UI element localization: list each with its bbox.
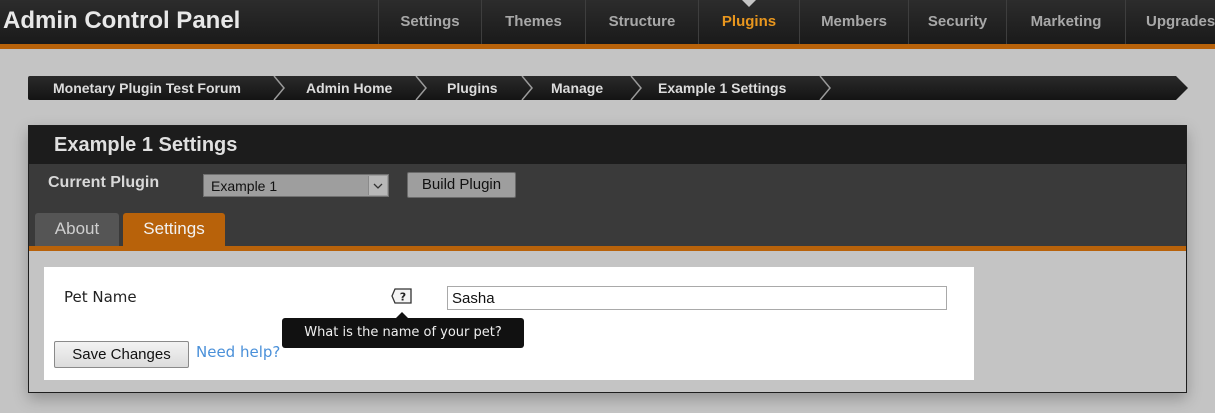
current-plugin-label: Current Plugin: [48, 174, 160, 191]
save-changes-button[interactable]: Save Changes: [54, 341, 189, 368]
breadcrumb-separator-icon: [629, 76, 643, 100]
nav-item-themes[interactable]: Themes: [481, 0, 585, 44]
main-nav: Settings Themes Structure Plugins Member…: [378, 0, 1215, 44]
svg-text:?: ?: [400, 291, 406, 304]
top-bar-accent-stripe: [0, 44, 1215, 49]
settings-form: Pet Name ? Sasha What is the name of you…: [44, 267, 974, 380]
nav-item-marketing[interactable]: Marketing: [1006, 0, 1125, 44]
nav-item-plugins[interactable]: Plugins: [698, 0, 799, 44]
pet-name-label: Pet Name: [64, 288, 137, 306]
panel-header: Example 1 Settings: [29, 126, 1186, 164]
breadcrumb-separator-icon: [272, 76, 286, 100]
build-plugin-button[interactable]: Build Plugin: [407, 172, 516, 198]
breadcrumb-item-current: Example 1 Settings: [658, 80, 787, 96]
breadcrumb-item-manage[interactable]: Manage: [534, 76, 629, 100]
current-plugin-select[interactable]: Example 1: [203, 174, 389, 197]
nav-item-settings[interactable]: Settings: [378, 0, 481, 44]
help-question-icon[interactable]: ?: [391, 287, 413, 305]
top-bar: Admin Control Panel Settings Themes Stru…: [0, 0, 1215, 44]
breadcrumb-item-forum[interactable]: Monetary Plugin Test Forum: [28, 76, 272, 100]
active-pointer-icon: [742, 0, 756, 7]
nav-item-plugins-label: Plugins: [721, 13, 777, 30]
breadcrumb: Monetary Plugin Test Forum Admin Home Pl…: [28, 76, 832, 100]
nav-item-upgrades[interactable]: Upgrades: [1125, 0, 1215, 44]
panel-title: Example 1 Settings: [54, 134, 238, 156]
chevron-down-icon[interactable]: [368, 176, 387, 195]
current-plugin-row: Current Plugin Example 1 Build Plugin: [29, 164, 1186, 206]
breadcrumb-separator-icon: [414, 76, 428, 100]
tab-settings[interactable]: Settings: [123, 213, 225, 246]
tab-about[interactable]: About: [35, 213, 119, 246]
nav-item-security[interactable]: Security: [908, 0, 1006, 44]
tabs-row: About Settings: [29, 206, 1186, 246]
tabs-accent-stripe: [29, 246, 1186, 251]
current-plugin-value: Example 1: [211, 178, 278, 194]
breadcrumb-item-admin-home[interactable]: Admin Home: [286, 76, 414, 100]
app-title: Admin Control Panel: [3, 7, 241, 34]
breadcrumb-separator-icon: [520, 76, 534, 100]
settings-panel: Example 1 Settings Current Plugin Exampl…: [28, 125, 1187, 393]
breadcrumb-item-plugins[interactable]: Plugins: [428, 76, 520, 100]
help-tooltip: What is the name of your pet?: [282, 312, 524, 348]
pet-name-input[interactable]: Sasha: [447, 286, 947, 310]
need-help-link[interactable]: Need help?: [196, 343, 280, 361]
breadcrumb-separator-icon: [818, 76, 832, 100]
nav-item-members[interactable]: Members: [799, 0, 908, 44]
nav-item-structure[interactable]: Structure: [585, 0, 698, 44]
